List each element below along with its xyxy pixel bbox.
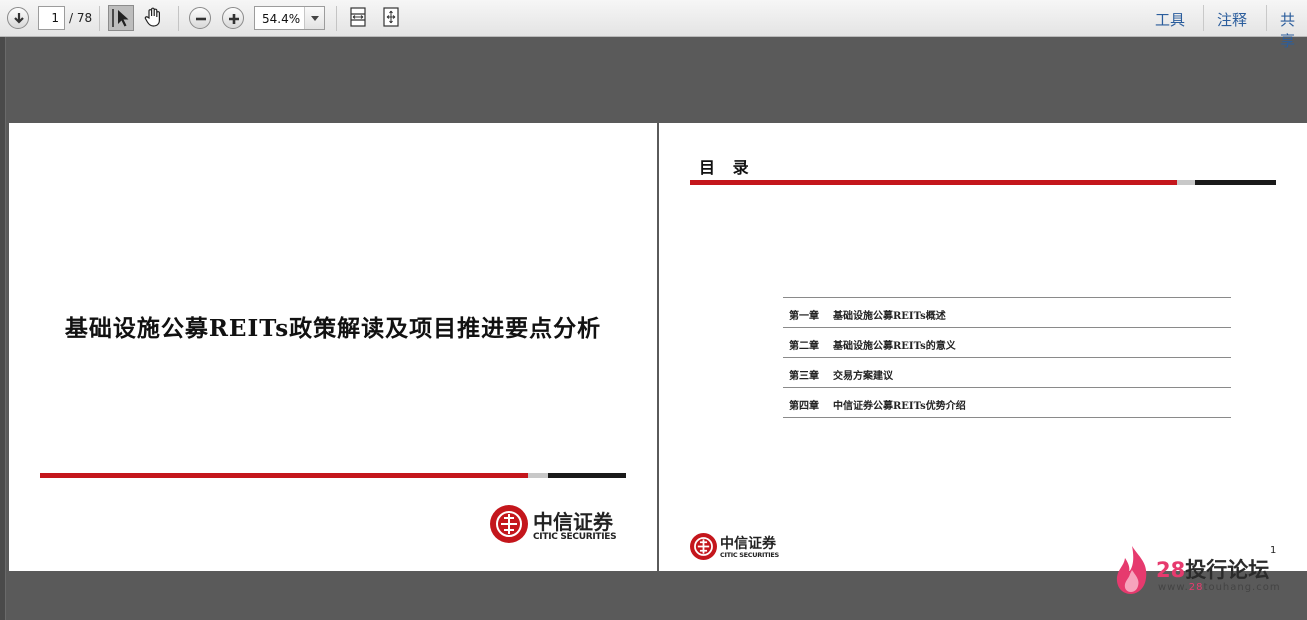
toc-title: 基础设施公募REITs的意义 [833, 341, 956, 352]
toc-heading: 目 录 [699, 158, 755, 177]
toolbar-divider [1266, 5, 1267, 31]
toc-item[interactable]: 第二章 基础设施公募REITs的意义 [783, 328, 1231, 358]
toc-item[interactable]: 第三章 交易方案建议 [783, 358, 1231, 388]
zoom-select[interactable]: 54.4% [254, 6, 325, 30]
zoom-out-icon[interactable] [189, 7, 211, 29]
forum-watermark: 28投行论坛 www.28touhang.com [1112, 544, 1292, 596]
citic-logo: 中信证券 CITIC SECURITIES [690, 531, 790, 561]
document-edge [0, 37, 6, 620]
divider-red [40, 473, 528, 478]
zoom-value: 54.4% [262, 12, 301, 26]
watermark-title: 28投行论坛 [1156, 554, 1269, 584]
hand-tool-icon[interactable] [141, 5, 167, 31]
toc-title: 交易方案建议 [833, 371, 893, 382]
toc-chapter: 第三章 [789, 371, 819, 382]
divider-black [1195, 180, 1276, 185]
toolbar-divider [99, 6, 100, 31]
toc-item[interactable]: 第一章 基础设施公募REITs概述 [783, 298, 1231, 328]
logo-english-name: CITIC SECURITIES [720, 551, 779, 559]
watermark-url-suffix: touhang.com [1203, 582, 1281, 593]
download-icon[interactable] [7, 7, 29, 29]
chevron-down-icon[interactable] [304, 7, 324, 29]
toc-title: 中信证券公募REITs优势介绍 [833, 401, 966, 412]
page-number-input[interactable]: 1 [38, 6, 65, 30]
logo-chinese-name: 中信证券 [720, 536, 776, 552]
divider-grey [1177, 180, 1195, 185]
page-title: 基础设施公募REITs政策解读及项目推进要点分析 [64, 315, 602, 342]
toc-item[interactable]: 第四章 中信证券公募REITs优势介绍 [783, 388, 1231, 418]
zoom-in-icon[interactable] [222, 7, 244, 29]
citic-logo-icon [690, 533, 717, 560]
watermark-number: 28 [1156, 558, 1186, 582]
document-page-cover: 基础设施公募REITs政策解读及项目推进要点分析 中信证券 CITIC SECU… [9, 123, 657, 571]
watermark-text: 投行论坛 [1185, 558, 1270, 582]
table-of-contents: 第一章 基础设施公募REITs概述 第二章 基础设施公募REITs的意义 第三章 交易… [783, 297, 1231, 418]
select-tool-icon[interactable] [108, 5, 134, 31]
divider-red [690, 180, 1177, 185]
logo-english-name: CITIC SECURITIES [533, 532, 617, 542]
page-total: / 78 [69, 11, 93, 25]
citic-logo-icon [490, 505, 528, 543]
comment-link[interactable]: 注释 [1217, 9, 1247, 30]
logo-chinese-name: 中信证券 [533, 510, 613, 534]
share-link[interactable]: 共享 [1280, 9, 1307, 51]
divider-black [548, 473, 626, 478]
toolbar: 1 / 78 54.4% 工具 注释 共享 [0, 0, 1307, 50]
tools-link[interactable]: 工具 [1155, 9, 1185, 30]
watermark-url-number: 28 [1188, 582, 1204, 593]
toolbar-divider [178, 6, 179, 31]
toc-title: 基础设施公募REITs概述 [833, 311, 946, 322]
toc-chapter: 第二章 [789, 341, 819, 352]
toc-chapter: 第一章 [789, 311, 819, 322]
fit-width-icon[interactable] [346, 5, 372, 31]
toolbar-divider [1203, 5, 1204, 31]
divider-grey [528, 473, 548, 478]
toolbar-divider [336, 6, 337, 31]
fit-page-icon[interactable] [379, 5, 405, 31]
watermark-url: www.28touhang.com [1158, 582, 1281, 593]
toc-chapter: 第四章 [789, 401, 819, 412]
document-page-toc: 目 录 第一章 基础设施公募REITs概述 第二章 基础设施公募REITs的意义 第… [659, 123, 1307, 571]
flame-icon [1116, 546, 1147, 594]
citic-logo: 中信证券 CITIC SECURITIES [490, 503, 630, 547]
watermark-url-prefix: www. [1158, 582, 1189, 593]
